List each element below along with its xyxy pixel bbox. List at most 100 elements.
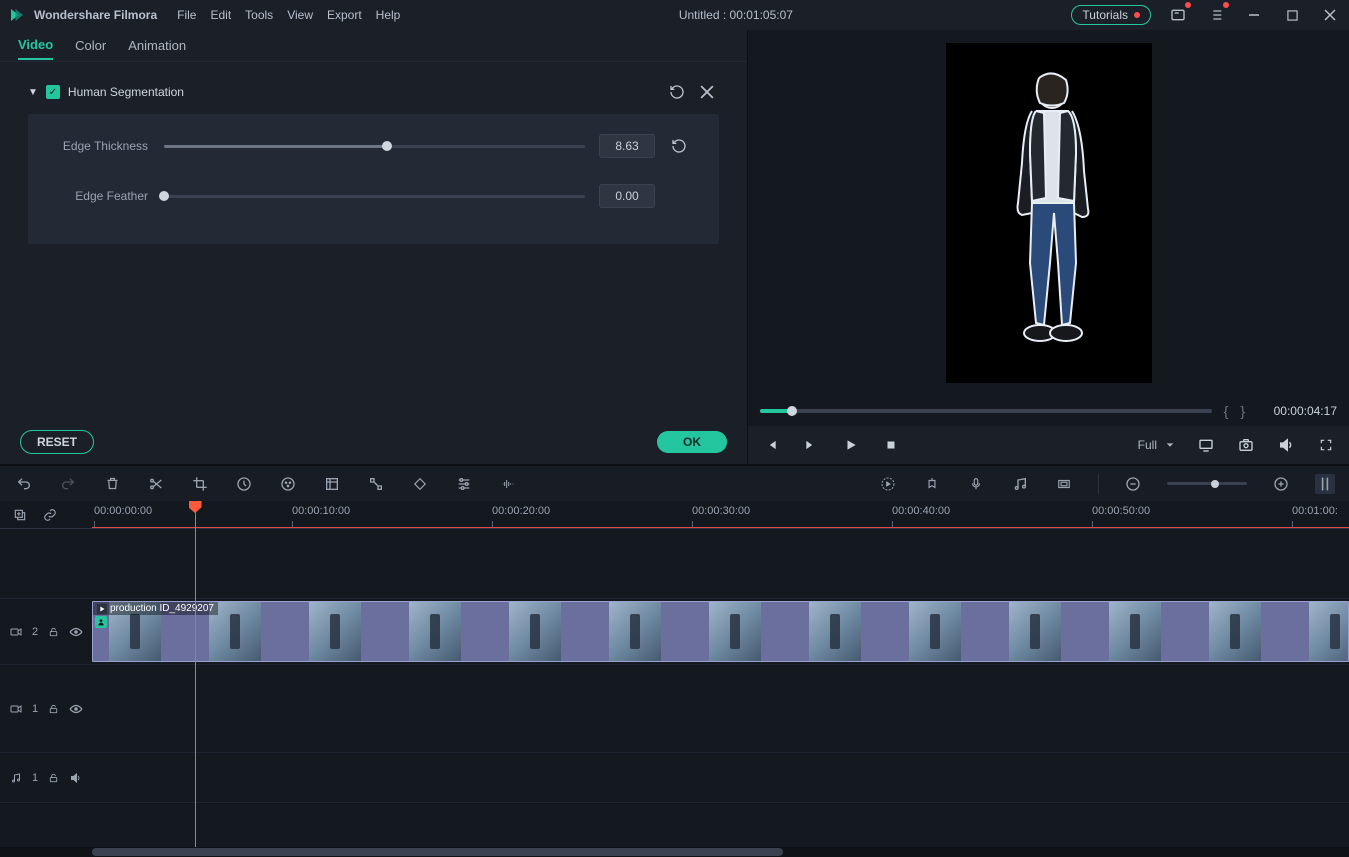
window-close-icon[interactable]: [1319, 4, 1341, 26]
tab-animation[interactable]: Animation: [128, 32, 186, 59]
fullscreen-icon[interactable]: [1317, 436, 1335, 454]
ruler-mark: 00:01:00:: [1292, 505, 1338, 517]
edge-thickness-value[interactable]: 8.63: [599, 134, 655, 158]
lock-icon[interactable]: [48, 772, 59, 784]
tutorials-button[interactable]: Tutorials: [1071, 5, 1151, 25]
redo-icon[interactable]: [58, 474, 78, 494]
video-clip[interactable]: production ID_4929207: [92, 601, 1349, 662]
lock-icon[interactable]: [48, 626, 59, 638]
menu-export[interactable]: Export: [327, 8, 362, 22]
delete-icon[interactable]: [102, 474, 122, 494]
window-minimize-icon[interactable]: [1243, 4, 1265, 26]
green-screen-icon[interactable]: [322, 474, 342, 494]
menu-file[interactable]: File: [177, 8, 196, 22]
aspect-icon[interactable]: [1054, 474, 1074, 494]
track-body[interactable]: production ID_4929207: [92, 599, 1349, 664]
divider: [1098, 474, 1099, 494]
edge-feather-slider[interactable]: [164, 195, 585, 198]
properties-footer: RESET OK: [0, 420, 747, 464]
preview-quality-label: Full: [1138, 438, 1157, 452]
tab-color[interactable]: Color: [75, 32, 106, 59]
playhead[interactable]: [195, 501, 196, 847]
mark-out-icon[interactable]: }: [1240, 403, 1245, 419]
prev-frame-icon[interactable]: [762, 436, 780, 454]
link-icon[interactable]: [40, 505, 60, 525]
project-title: Untitled : 00:01:05:07: [400, 8, 1071, 22]
edge-thickness-reset-icon[interactable]: [665, 132, 693, 160]
record-voiceover-icon[interactable]: [966, 474, 986, 494]
effect-close-icon[interactable]: [695, 80, 719, 104]
visibility-icon[interactable]: [69, 627, 83, 637]
track-body[interactable]: [92, 665, 1349, 752]
audio-icon[interactable]: [498, 474, 518, 494]
ok-button[interactable]: OK: [657, 431, 727, 453]
track-body[interactable]: [92, 753, 1349, 802]
tab-video[interactable]: Video: [18, 31, 53, 60]
param-label: Edge Thickness: [54, 139, 164, 153]
effect-badge-icon: [95, 616, 107, 628]
speed-icon[interactable]: [234, 474, 254, 494]
window-maximize-icon[interactable]: [1281, 4, 1303, 26]
messages-icon[interactable]: [1167, 4, 1189, 26]
display-icon[interactable]: [1197, 436, 1215, 454]
effect-panel: ▼ ✓ Human Segmentation Edge Thickness: [0, 62, 747, 244]
keyframe-icon[interactable]: [410, 474, 430, 494]
motion-tracking-icon[interactable]: [366, 474, 386, 494]
timeline-hscroll[interactable]: [0, 847, 1349, 857]
reset-button[interactable]: RESET: [20, 430, 94, 454]
track-index: 1: [32, 703, 38, 715]
add-track-icon[interactable]: [10, 505, 30, 525]
collapse-caret-icon[interactable]: ▼: [28, 87, 38, 98]
mute-icon[interactable]: [69, 772, 82, 784]
render-icon[interactable]: [878, 474, 898, 494]
zoom-slider[interactable]: [1167, 482, 1247, 485]
preview-canvas: [946, 43, 1152, 383]
color-icon[interactable]: [278, 474, 298, 494]
track-spacer: [0, 529, 1349, 599]
preview-controls: Full: [748, 426, 1349, 464]
param-edge-feather: Edge Feather 0.00: [54, 182, 693, 210]
undo-icon[interactable]: [14, 474, 34, 494]
app-root: Wondershare Filmora File Edit Tools View…: [0, 0, 1349, 857]
snapshot-icon[interactable]: [1237, 436, 1255, 454]
ruler-mark: 00:00:50:00: [1092, 505, 1150, 517]
effect-reset-icon[interactable]: [665, 80, 689, 104]
ruler-mark: 00:00:10:00: [292, 505, 350, 517]
edge-thickness-slider[interactable]: [164, 145, 585, 148]
timeline: 00:00:00:00 00:00:10:00 00:00:20:00 00:0…: [0, 501, 1349, 857]
effect-enabled-checkbox[interactable]: ✓: [46, 85, 60, 99]
video-track-1: 1: [0, 665, 1349, 753]
mixer-icon[interactable]: [1010, 474, 1030, 494]
adjust-icon[interactable]: [454, 474, 474, 494]
crop-icon[interactable]: [190, 474, 210, 494]
titlebar: Wondershare Filmora File Edit Tools View…: [0, 0, 1349, 30]
ruler-baseline: [92, 527, 1349, 528]
lock-icon[interactable]: [48, 703, 59, 715]
preview-quality-select[interactable]: Full: [1138, 438, 1175, 452]
chevron-down-icon: [1165, 440, 1175, 450]
tasks-icon[interactable]: [1205, 4, 1227, 26]
preview-scrubber[interactable]: [760, 409, 1212, 413]
play-icon[interactable]: [842, 436, 860, 454]
timeline-ruler[interactable]: 00:00:00:00 00:00:10:00 00:00:20:00 00:0…: [92, 501, 1349, 528]
menu-help[interactable]: Help: [376, 8, 401, 22]
zoom-out-icon[interactable]: [1123, 474, 1143, 494]
timeline-ruler-head: [0, 501, 92, 528]
menu-tools[interactable]: Tools: [245, 8, 273, 22]
marker-icon[interactable]: [922, 474, 942, 494]
next-frame-icon[interactable]: [802, 436, 820, 454]
edge-feather-value[interactable]: 0.00: [599, 184, 655, 208]
timeline-tracks: 2 production ID_4929207: [0, 529, 1349, 847]
mark-in-icon[interactable]: {: [1224, 403, 1229, 419]
track-type-icon: [10, 627, 22, 637]
stop-icon[interactable]: [882, 436, 900, 454]
track-type-icon: [10, 772, 22, 784]
split-icon[interactable]: [146, 474, 166, 494]
track-type-icon: [10, 704, 22, 714]
menu-view[interactable]: View: [287, 8, 313, 22]
menu-edit[interactable]: Edit: [210, 8, 231, 22]
zoom-in-icon[interactable]: [1271, 474, 1291, 494]
volume-icon[interactable]: [1277, 436, 1295, 454]
zoom-fit-icon[interactable]: [1315, 474, 1335, 494]
visibility-icon[interactable]: [69, 704, 83, 714]
